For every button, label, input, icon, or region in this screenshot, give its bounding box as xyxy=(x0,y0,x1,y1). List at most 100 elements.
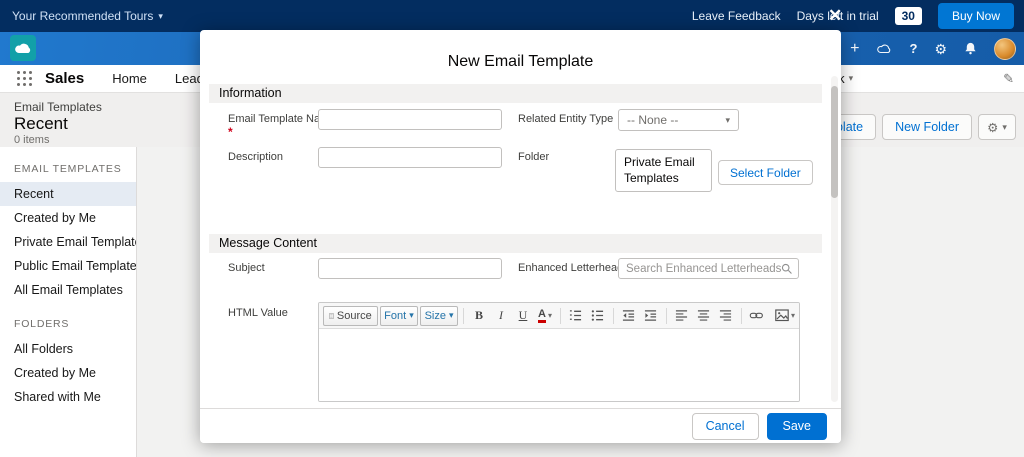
deploy-cloud-icon[interactable] xyxy=(876,43,892,54)
outdent-button[interactable] xyxy=(619,306,639,326)
description-input[interactable] xyxy=(318,147,502,168)
enhanced-letterhead-label: Enhanced Letterhead xyxy=(518,262,623,274)
image-button[interactable]: ▾ xyxy=(775,306,795,326)
help-icon[interactable]: ? xyxy=(909,42,917,55)
cloud-logo-icon xyxy=(13,41,33,55)
sidebar-item-all-folders[interactable]: All Folders xyxy=(0,337,136,361)
align-center-button[interactable] xyxy=(694,306,714,326)
header-utility-icons: ★ ▾ + ? ⚙ xyxy=(815,32,1016,65)
folder-value-box: Private Email Templates xyxy=(615,149,712,192)
chevron-down-icon: ▾ xyxy=(725,116,730,125)
align-left-button[interactable] xyxy=(672,306,692,326)
link-icon xyxy=(749,309,764,322)
bullet-list-button[interactable] xyxy=(588,306,608,326)
toolbar-separator xyxy=(666,308,667,324)
font-dropdown-label: Font xyxy=(384,310,406,322)
link-button[interactable] xyxy=(747,306,767,326)
email-template-name-input[interactable] xyxy=(318,109,502,130)
related-entity-type-label: Related Entity Type xyxy=(518,113,613,125)
align-left-icon xyxy=(675,309,688,322)
source-button[interactable]: Source xyxy=(323,306,378,326)
related-entity-type-value: -- None -- xyxy=(627,113,678,127)
trial-bar: Your Recommended Tours ▾ Leave Feedback … xyxy=(0,0,1024,32)
enhanced-letterhead-search-input[interactable] xyxy=(626,263,781,275)
global-actions-plus-icon[interactable]: + xyxy=(850,41,859,57)
image-icon xyxy=(775,309,789,322)
text-color-button[interactable]: A ▾ xyxy=(535,306,555,326)
html-value-label: HTML Value xyxy=(228,307,288,319)
sidebar-section-email-templates: EMAIL TEMPLATES xyxy=(0,147,136,182)
modal-scrollbar-thumb[interactable] xyxy=(831,86,838,198)
description-label: Description xyxy=(228,151,283,163)
chevron-down-icon: ▾ xyxy=(449,311,454,320)
modal-title: New Email Template xyxy=(200,53,841,71)
indent-button[interactable] xyxy=(641,306,661,326)
enhanced-letterhead-search xyxy=(618,258,799,279)
text-color-letter: A xyxy=(538,309,546,323)
related-entity-type-select[interactable]: -- None -- ▾ xyxy=(618,109,739,131)
recommended-tours-link[interactable]: Your Recommended Tours ▾ xyxy=(12,9,163,23)
toolbar-separator xyxy=(560,308,561,324)
buy-now-button[interactable]: Buy Now xyxy=(938,3,1014,29)
list-settings-button[interactable]: ⚙ ▾ xyxy=(978,114,1016,140)
ordered-list-icon xyxy=(569,309,582,322)
new-folder-button[interactable]: New Folder xyxy=(882,114,972,140)
indent-icon xyxy=(644,309,657,322)
edit-nav-pencil-icon[interactable]: ✎ xyxy=(1003,71,1014,87)
salesforce-logo[interactable] xyxy=(10,35,36,61)
folder-label: Folder xyxy=(518,151,549,163)
select-folder-button[interactable]: Select Folder xyxy=(718,160,813,185)
modal-scrollbar[interactable] xyxy=(831,76,838,402)
recommended-tours-label: Your Recommended Tours xyxy=(12,9,153,23)
user-avatar[interactable] xyxy=(994,38,1016,60)
app-launcher-icon[interactable] xyxy=(17,71,32,86)
notifications-bell-icon[interactable] xyxy=(964,42,977,55)
chevron-down-icon: ▾ xyxy=(548,312,552,320)
cloud-icon xyxy=(876,43,892,54)
sidebar-section-folders: FOLDERS xyxy=(0,302,136,337)
sidebar-item-public-email-templates[interactable]: Public Email Templates xyxy=(0,254,136,278)
sidebar-item-created-by-me[interactable]: Created by Me xyxy=(0,206,136,230)
align-right-button[interactable] xyxy=(716,306,736,326)
sidebar-item-all-email-templates[interactable]: All Email Templates xyxy=(0,278,136,302)
setup-gear-icon[interactable]: ⚙ xyxy=(934,42,947,56)
search-icon xyxy=(781,263,793,275)
size-dropdown[interactable]: Size ▾ xyxy=(420,306,458,326)
italic-button[interactable]: I xyxy=(491,306,511,326)
sidebar-item-folders-created-by-me[interactable]: Created by Me xyxy=(0,361,136,385)
chevron-down-icon: ▾ xyxy=(849,74,854,83)
app-name: Sales xyxy=(45,70,84,87)
leave-feedback-link[interactable]: Leave Feedback xyxy=(692,9,781,23)
salesforce-app: Your Recommended Tours ▾ Leave Feedback … xyxy=(0,0,1024,457)
nav-tab-label: Home xyxy=(112,71,147,86)
ordered-list-button[interactable] xyxy=(566,306,586,326)
bell-icon xyxy=(964,42,977,55)
toolbar-separator xyxy=(613,308,614,324)
new-email-template-modal: New Email Template Information Email Tem… xyxy=(200,30,841,443)
bold-button[interactable]: B xyxy=(469,306,489,326)
cancel-button[interactable]: Cancel xyxy=(692,413,759,440)
underline-button[interactable]: U xyxy=(513,306,533,326)
chevron-down-icon: ▾ xyxy=(409,311,414,320)
nav-right: k ▾ ✎ xyxy=(838,71,1014,87)
gear-icon: ⚙ xyxy=(934,42,947,56)
modal-footer: Cancel Save xyxy=(200,408,841,443)
font-dropdown[interactable]: Font ▾ xyxy=(380,306,418,326)
editor-content-area[interactable] xyxy=(319,329,799,401)
toolbar-separator xyxy=(741,308,742,324)
save-button[interactable]: Save xyxy=(767,413,828,440)
modal-close-icon[interactable]: ✕ xyxy=(828,6,842,26)
sidebar-item-recent[interactable]: Recent xyxy=(0,182,136,206)
nav-tab-home[interactable]: Home xyxy=(112,71,147,86)
section-header-message-content: Message Content xyxy=(209,234,822,253)
rich-text-editor: Source Font ▾ Size ▾ B I U A ▾ xyxy=(318,302,800,402)
chevron-down-icon: ▾ xyxy=(158,12,163,21)
subject-input[interactable] xyxy=(318,258,502,279)
sidebar: EMAIL TEMPLATES Recent Created by Me Pri… xyxy=(0,147,137,457)
sidebar-item-shared-with-me[interactable]: Shared with Me xyxy=(0,385,136,409)
entity-label: Email Templates xyxy=(14,100,102,114)
gear-icon: ⚙ xyxy=(987,120,998,135)
align-right-icon xyxy=(719,309,732,322)
sidebar-item-private-email-templates[interactable]: Private Email Templates xyxy=(0,230,136,254)
section-header-information: Information xyxy=(209,84,822,103)
